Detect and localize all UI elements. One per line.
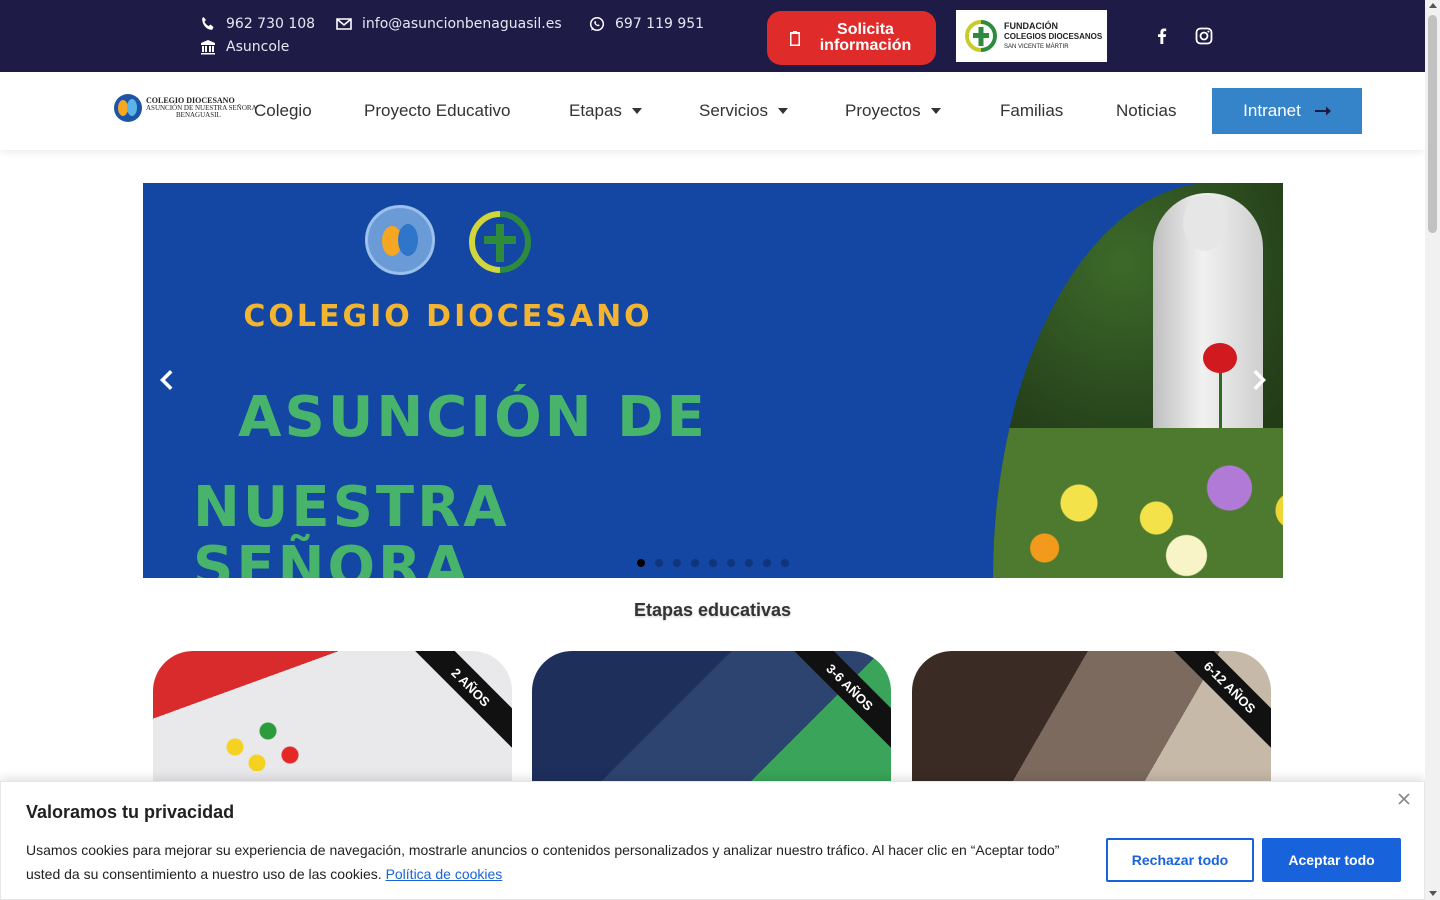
slider-prev-button[interactable] bbox=[159, 369, 173, 391]
stages-title: Etapas educativas bbox=[633, 600, 792, 620]
scroll-down-icon[interactable] bbox=[1429, 891, 1437, 896]
school-text: Asuncole bbox=[226, 39, 290, 55]
nav-item-colegio[interactable]: Colegio bbox=[254, 101, 312, 121]
whatsapp-text: 697 119 951 bbox=[615, 16, 705, 32]
cookie-body: Usamos cookies para mejorar su experienc… bbox=[26, 842, 1060, 882]
email-text: info@asuncionbenaguasil.es bbox=[362, 16, 562, 32]
nav-label: Noticias bbox=[1116, 101, 1177, 120]
rose-flower bbox=[1203, 343, 1237, 373]
pegboard-toys bbox=[213, 691, 323, 771]
top-bar: 962 730 108 info@asuncionbenaguasil.es 6… bbox=[0, 0, 1425, 72]
school-seal-icon bbox=[365, 205, 435, 275]
request-info-button[interactable]: Solicita información bbox=[767, 11, 936, 65]
phone-link[interactable]: 962 730 108 bbox=[200, 16, 315, 32]
slide-title: COLEGIO DIOCESANO bbox=[243, 299, 653, 334]
nav-item-noticias[interactable]: Noticias bbox=[1116, 101, 1176, 121]
school-emblem-icon bbox=[114, 94, 142, 122]
fundacion-line1: FUNDACIÓN bbox=[1004, 20, 1058, 31]
slider-dot[interactable] bbox=[781, 559, 789, 567]
logo-line3: BENAGUASIL bbox=[176, 111, 221, 119]
hero-slider: COLEGIO DIOCESANO ASUNCIÓN DE NUESTRA SE… bbox=[143, 183, 1283, 578]
slider-dot[interactable] bbox=[709, 559, 717, 567]
caret-down-icon bbox=[631, 108, 642, 114]
slider-dot[interactable] bbox=[691, 559, 699, 567]
nav-label: Familias bbox=[1000, 101, 1064, 120]
arrow-right-icon bbox=[1314, 106, 1331, 116]
nav-label: Proyectos bbox=[845, 101, 921, 120]
nav-item-servicios[interactable]: Servicios bbox=[699, 101, 788, 121]
nav-item-proyecto-educativo[interactable]: Proyecto Educativo bbox=[364, 101, 510, 121]
email-link[interactable]: info@asuncionbenaguasil.es bbox=[336, 16, 562, 32]
stage-card-2-anos[interactable]: 2 AÑOS bbox=[153, 651, 512, 791]
main-nav: COLEGIO DIOCESANO ASUNCIÓN DE NUESTRA SE… bbox=[0, 72, 1425, 150]
reject-all-button[interactable]: Rechazar todo bbox=[1106, 838, 1254, 882]
nav-label: Proyecto Educativo bbox=[364, 101, 511, 120]
slider-dot[interactable] bbox=[655, 559, 663, 567]
cookie-title: Valoramos tu privacidad bbox=[26, 802, 235, 822]
cookie-close-button[interactable] bbox=[1398, 792, 1412, 806]
envelope-icon bbox=[336, 18, 352, 30]
cookie-text: Usamos cookies para mejorar su experienc… bbox=[26, 838, 1071, 886]
school-link[interactable]: Asuncole bbox=[200, 39, 289, 55]
whatsapp-link[interactable]: 697 119 951 bbox=[589, 16, 704, 32]
slider-dot[interactable] bbox=[673, 559, 681, 567]
school-logo[interactable]: COLEGIO DIOCESANO ASUNCIÓN DE NUESTRA SE… bbox=[114, 94, 257, 122]
nav-item-etapas[interactable]: Etapas bbox=[569, 101, 642, 121]
cookie-policy-link[interactable]: Política de cookies bbox=[386, 866, 503, 882]
stage-card-6-12-anos[interactable]: 6-12 AÑOS bbox=[912, 651, 1271, 791]
card-ribbon: 2 AÑOS bbox=[408, 651, 512, 750]
request-info-label: Solicita información bbox=[819, 21, 912, 54]
scroll-thumb[interactable] bbox=[1428, 15, 1437, 233]
slider-dot[interactable] bbox=[727, 559, 735, 567]
caret-down-icon bbox=[930, 108, 941, 114]
instagram-icon bbox=[1195, 27, 1213, 45]
chevron-right-icon bbox=[1253, 370, 1266, 390]
stage-card-3-6-anos[interactable]: 3-6 AÑOS bbox=[532, 651, 891, 791]
fundacion-line3: SAN VICENTE MÁRTIR bbox=[1004, 43, 1069, 50]
slider-pagination bbox=[637, 559, 789, 567]
clipboard-icon bbox=[789, 31, 800, 46]
slide-photo-statue bbox=[993, 183, 1283, 578]
page-scrollbar[interactable] bbox=[1425, 0, 1440, 900]
card-ribbon: 6-12 AÑOS bbox=[1167, 651, 1271, 750]
accept-all-button[interactable]: Aceptar todo bbox=[1262, 838, 1401, 882]
fundacion-cross-icon bbox=[469, 211, 531, 273]
cookie-banner: Valoramos tu privacidad Usamos cookies p… bbox=[0, 781, 1425, 900]
slider-dot[interactable] bbox=[763, 559, 771, 567]
intranet-button[interactable]: Intranet bbox=[1212, 88, 1362, 134]
phone-text: 962 730 108 bbox=[226, 16, 316, 32]
close-icon bbox=[1398, 793, 1410, 805]
slide-subtitle-line2: NUESTRA SEÑORA bbox=[193, 475, 510, 579]
nav-item-familias[interactable]: Familias bbox=[1000, 101, 1063, 121]
instagram-link[interactable] bbox=[1194, 26, 1214, 46]
slider-dot[interactable] bbox=[745, 559, 753, 567]
statue-head bbox=[1183, 195, 1227, 251]
chevron-left-icon bbox=[160, 370, 173, 390]
nav-label: Servicios bbox=[699, 101, 768, 120]
slider-next-button[interactable] bbox=[1253, 369, 1267, 391]
card-ribbon: 3-6 AÑOS bbox=[787, 651, 891, 750]
fundacion-line2: COLEGIOS DIOCESANOS bbox=[1004, 31, 1103, 41]
flower-bed bbox=[993, 428, 1283, 578]
intranet-label: Intranet bbox=[1243, 101, 1301, 120]
scroll-up-icon[interactable] bbox=[1429, 3, 1437, 8]
fundacion-logo[interactable]: FUNDACIÓN COLEGIOS DIOCESANOS SAN VICENT… bbox=[956, 10, 1107, 62]
nav-label: Etapas bbox=[569, 101, 622, 120]
facebook-link[interactable] bbox=[1152, 26, 1172, 46]
cross-circle-icon bbox=[965, 20, 997, 52]
slide-subtitle-line1: ASUNCIÓN DE bbox=[238, 385, 708, 450]
caret-down-icon bbox=[777, 108, 788, 114]
school-icon bbox=[201, 40, 215, 55]
nav-label: Colegio bbox=[254, 101, 312, 120]
fundacion-text: FUNDACIÓN COLEGIOS DIOCESANOS SAN VICENT… bbox=[1004, 21, 1102, 52]
nav-item-proyectos[interactable]: Proyectos bbox=[845, 101, 941, 121]
facebook-icon bbox=[1158, 28, 1167, 44]
slider-dot[interactable] bbox=[637, 559, 645, 567]
logo-text: COLEGIO DIOCESANO ASUNCIÓN DE NUESTRA SE… bbox=[146, 97, 257, 119]
whatsapp-icon bbox=[589, 16, 605, 32]
phone-icon bbox=[202, 17, 214, 30]
